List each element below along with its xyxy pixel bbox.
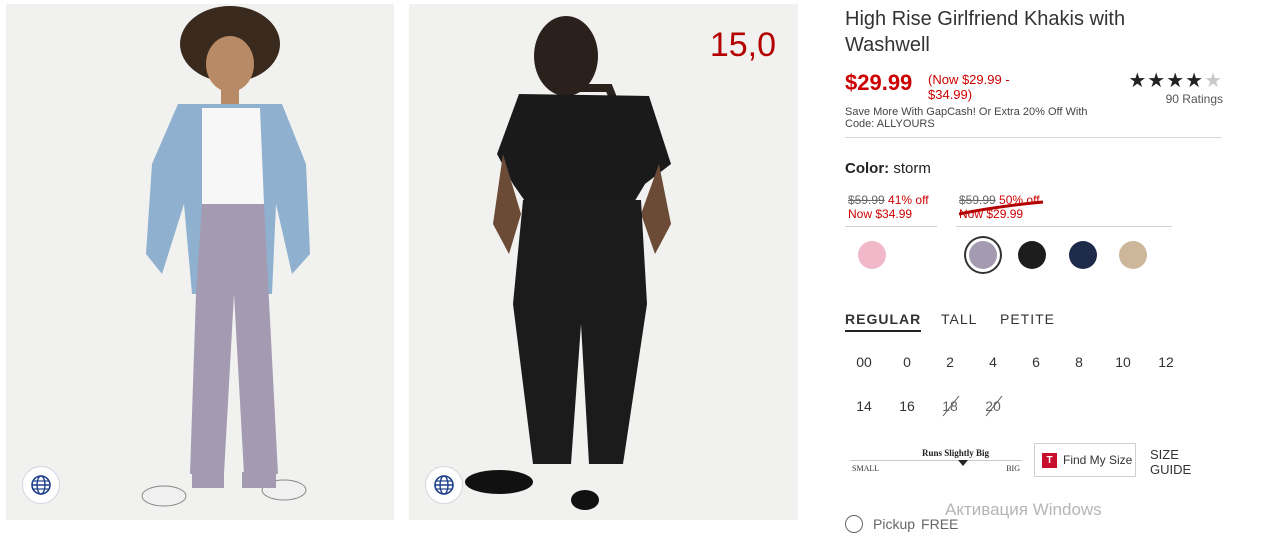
- size-option[interactable]: 0: [892, 354, 922, 370]
- fit-scale: Runs Slightly Big SMALL BIG: [850, 448, 1022, 476]
- ratings-count[interactable]: 90 Ratings: [1166, 92, 1223, 106]
- size-option[interactable]: 12: [1151, 354, 1181, 370]
- size-option[interactable]: 4: [978, 354, 1008, 370]
- size-option[interactable]: 6: [1021, 354, 1051, 370]
- current-price: $29.99: [845, 70, 913, 95]
- fit-scale-bar: [850, 460, 1022, 461]
- fit-scale-big: BIG: [1006, 464, 1020, 473]
- find-my-size-label: Find My Size: [1063, 453, 1133, 467]
- size-option[interactable]: 16: [892, 398, 922, 414]
- product-image-back[interactable]: 15,0: [409, 4, 798, 520]
- red-strike-annotation: [959, 200, 1044, 216]
- product-title: High Rise Girlfriend Khakis with Washwel…: [845, 8, 1126, 56]
- swatch-khaki[interactable]: [1119, 241, 1147, 269]
- price-group-underline: [845, 226, 937, 227]
- fit-label: Runs Slightly Big: [922, 448, 990, 458]
- size-guide-link[interactable]: SIZE GUIDE: [1150, 447, 1223, 477]
- model-back-illustration: [465, 16, 671, 510]
- color-label: Color:: [845, 160, 890, 177]
- tab-regular[interactable]: REGULAR: [845, 311, 922, 332]
- star-icon: ★★★★: [1128, 70, 1205, 92]
- globe-icon: [31, 475, 51, 495]
- find-my-size-button[interactable]: T Find My Size: [1034, 443, 1136, 477]
- size-option[interactable]: 2: [935, 354, 965, 370]
- product-image-front[interactable]: [6, 4, 394, 520]
- swatch-pink[interactable]: [858, 241, 886, 269]
- fit-indicator-icon: [958, 460, 968, 466]
- 360-view-button[interactable]: [22, 466, 60, 504]
- tab-tall[interactable]: TALL: [941, 311, 977, 327]
- pickup-label: Pickup: [873, 516, 916, 532]
- divider: [845, 137, 1222, 138]
- promo-text: Save More With GapCash! Or Extra 20% Off…: [845, 106, 1088, 130]
- model-front-illustration: [141, 6, 310, 507]
- price-group-underline: [956, 226, 1172, 227]
- swatch-navy[interactable]: [1069, 241, 1097, 269]
- globe-icon: [434, 475, 454, 495]
- tab-petite[interactable]: PETITE: [1000, 311, 1055, 327]
- color-label-row: Color: storm: [845, 160, 931, 177]
- color-value: storm: [893, 160, 931, 177]
- price-range: (Now $29.99 - $34.99): [928, 72, 1010, 102]
- swatch-storm[interactable]: [969, 241, 997, 269]
- size-option[interactable]: 00: [849, 354, 879, 370]
- sale-price: Now $34.99: [848, 207, 913, 221]
- size-option[interactable]: 14: [849, 398, 879, 414]
- 360-view-button[interactable]: [425, 466, 463, 504]
- discount: 41% off: [888, 193, 929, 207]
- windows-activation-watermark: Активация Windows: [945, 500, 1102, 519]
- star-empty-icon: ★: [1204, 70, 1223, 92]
- overlay-number: 15,0: [709, 26, 776, 64]
- size-option[interactable]: 10: [1108, 354, 1138, 370]
- pickup-radio[interactable]: [845, 515, 863, 533]
- unavailable-slash-icon: [985, 395, 1003, 417]
- true-fit-logo-icon: T: [1042, 452, 1057, 468]
- size-option[interactable]: 8: [1064, 354, 1094, 370]
- pickup-option[interactable]: Pickup FREE: [845, 515, 958, 533]
- fit-scale-small: SMALL: [852, 464, 880, 473]
- original-price: $59.99: [848, 193, 885, 207]
- unavailable-slash-icon: [942, 395, 960, 417]
- rating-stars[interactable]: ★★★★★: [1128, 68, 1223, 93]
- swatch-black[interactable]: [1018, 241, 1046, 269]
- price-group-1: $59.99 41% off Now $34.99: [848, 193, 929, 221]
